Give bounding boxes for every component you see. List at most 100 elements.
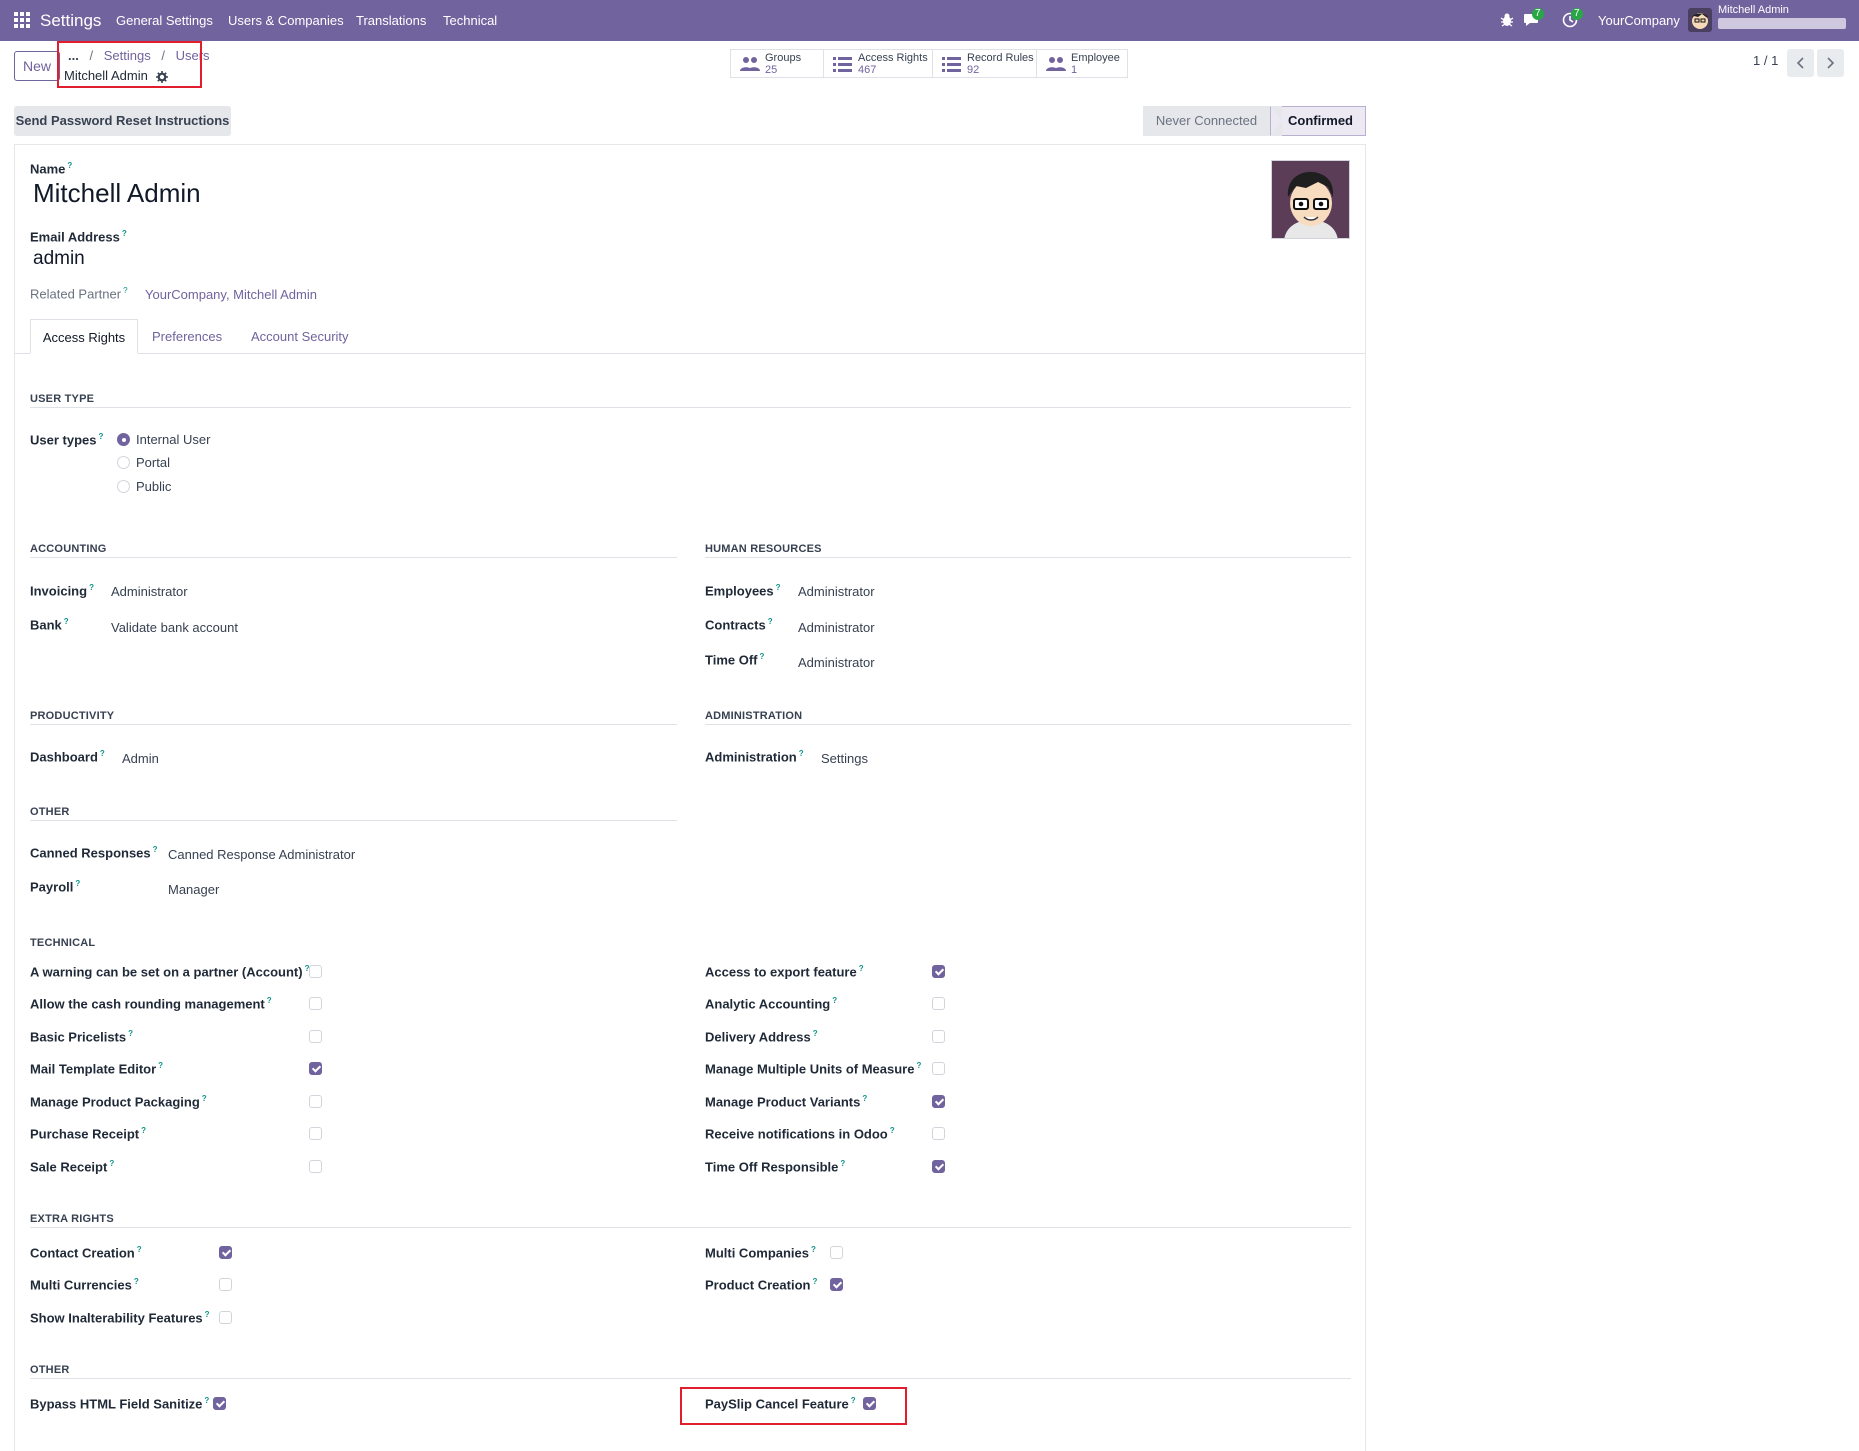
- tech-label: Manage Product Variants?: [705, 1094, 868, 1110]
- apps-menu-icon[interactable]: [14, 12, 30, 28]
- debug-bug-icon[interactable]: [1500, 12, 1514, 28]
- activities-clock-icon[interactable]: 7: [1562, 8, 1583, 28]
- bypass-html-label: Bypass HTML Field Sanitize?: [30, 1396, 210, 1412]
- extra-label: Multi Currencies?: [30, 1277, 139, 1293]
- user-menu[interactable]: Mitchell Admin: [1718, 4, 1789, 16]
- employees-select[interactable]: Administrator: [798, 584, 875, 599]
- name-field[interactable]: Mitchell Admin: [33, 178, 201, 209]
- invoicing-select[interactable]: Administrator: [111, 584, 188, 599]
- record-rules-stat-button[interactable]: Record Rules 92: [932, 49, 1037, 78]
- section-divider: [30, 724, 677, 725]
- chevron-left-icon: [1796, 57, 1804, 69]
- tech-checkbox[interactable]: [309, 1095, 322, 1108]
- tech-checkbox[interactable]: [932, 1127, 945, 1140]
- extra-checkbox[interactable]: [830, 1246, 843, 1259]
- section-divider: [30, 407, 1351, 408]
- user-database-redacted: [1718, 18, 1846, 29]
- status-confirmed[interactable]: Confirmed: [1270, 106, 1366, 136]
- help-tooltip-icon: ?: [121, 229, 127, 238]
- tech-label: Mail Template Editor?: [30, 1061, 164, 1077]
- email-field[interactable]: admin: [33, 248, 85, 270]
- payroll-select[interactable]: Manager: [168, 882, 219, 897]
- user-photo[interactable]: [1271, 160, 1350, 239]
- app-title[interactable]: Settings: [40, 0, 101, 41]
- radio-label[interactable]: Portal: [136, 455, 170, 470]
- access-rights-stat-button[interactable]: Access Rights 467: [823, 49, 933, 78]
- payroll-label: Payroll?: [30, 879, 81, 895]
- tech-checkbox[interactable]: [309, 1030, 322, 1043]
- radio-label[interactable]: Internal User: [136, 432, 210, 447]
- canned-responses-select[interactable]: Canned Response Administrator: [168, 847, 355, 862]
- tech-checkbox[interactable]: [932, 965, 945, 978]
- section-divider: [30, 1227, 1351, 1228]
- pager-previous-button[interactable]: [1787, 49, 1814, 77]
- stat-label: Groups: [765, 52, 802, 64]
- user-avatar[interactable]: [1688, 8, 1712, 32]
- canned-responses-label: Canned Responses?: [30, 845, 158, 861]
- extra-label: Show Inalterability Features?: [30, 1310, 210, 1326]
- contracts-select[interactable]: Administrator: [798, 620, 875, 635]
- pager-next-button[interactable]: [1817, 49, 1844, 77]
- tech-label: Delivery Address?: [705, 1029, 818, 1045]
- send-password-reset-button[interactable]: Send Password Reset Instructions: [14, 106, 231, 136]
- users-icon: [740, 55, 760, 73]
- tech-label: Allow the cash rounding management?: [30, 996, 272, 1012]
- messages-icon[interactable]: 7: [1523, 8, 1544, 28]
- bank-select[interactable]: Validate bank account: [111, 620, 238, 635]
- extra-checkbox[interactable]: [830, 1278, 843, 1291]
- menu-technical[interactable]: Technical: [443, 0, 497, 41]
- tech-checkbox[interactable]: [309, 1127, 322, 1140]
- email-label: Email Address?: [30, 229, 127, 245]
- tab-account-security[interactable]: Account Security: [251, 319, 349, 354]
- time-off-select[interactable]: Administrator: [798, 655, 875, 670]
- stat-value: 467: [858, 64, 877, 76]
- radio-label[interactable]: Public: [136, 479, 171, 494]
- tab-access-rights[interactable]: Access Rights: [30, 319, 138, 354]
- time-off-label: Time Off?: [705, 652, 765, 668]
- section-user-type: USER TYPE: [30, 393, 95, 405]
- tab-preferences[interactable]: Preferences: [152, 319, 222, 354]
- radio-public[interactable]: [117, 480, 130, 493]
- extra-label: Product Creation?: [705, 1277, 818, 1293]
- administration-select[interactable]: Settings: [821, 751, 868, 766]
- tech-label: Manage Product Packaging?: [30, 1094, 207, 1110]
- new-button[interactable]: New: [14, 51, 60, 81]
- extra-checkbox[interactable]: [219, 1311, 232, 1324]
- extra-checkbox[interactable]: [219, 1246, 232, 1259]
- radio-portal[interactable]: [117, 456, 130, 469]
- company-switcher[interactable]: YourCompany: [1598, 0, 1680, 41]
- tech-checkbox[interactable]: [932, 1160, 945, 1173]
- menu-users-companies[interactable]: Users & Companies: [228, 0, 344, 41]
- section-technical: TECHNICAL: [30, 937, 96, 949]
- tech-checkbox[interactable]: [309, 965, 322, 978]
- tech-checkbox[interactable]: [309, 1062, 322, 1075]
- tech-checkbox[interactable]: [932, 997, 945, 1010]
- tech-checkbox[interactable]: [309, 1160, 322, 1173]
- tech-checkbox[interactable]: [932, 1095, 945, 1108]
- status-never-connected[interactable]: Never Connected: [1143, 106, 1270, 136]
- stat-label: Employee: [1071, 52, 1120, 64]
- tech-label: Basic Pricelists?: [30, 1029, 134, 1045]
- dashboard-select[interactable]: Admin: [122, 751, 159, 766]
- tech-label: Receive notifications in Odoo?: [705, 1126, 895, 1142]
- help-tooltip-icon: ?: [67, 161, 73, 170]
- extra-label: Contact Creation?: [30, 1245, 142, 1261]
- user-types-label: User types?: [30, 432, 104, 448]
- tech-label: Purchase Receipt?: [30, 1126, 146, 1142]
- groups-stat-button[interactable]: Groups 25: [730, 49, 824, 78]
- stat-label: Record Rules: [967, 52, 1034, 64]
- pager-value[interactable]: 1 / 1: [1753, 53, 1778, 68]
- tech-checkbox[interactable]: [309, 997, 322, 1010]
- tech-label: Time Off Responsible?: [705, 1159, 846, 1175]
- employee-stat-button[interactable]: Employee 1: [1036, 49, 1128, 78]
- menu-translations[interactable]: Translations: [356, 0, 426, 41]
- tech-checkbox[interactable]: [932, 1030, 945, 1043]
- radio-internal-user[interactable]: [117, 433, 130, 446]
- related-partner-link[interactable]: YourCompany, Mitchell Admin: [145, 287, 317, 302]
- bypass-html-checkbox[interactable]: [213, 1397, 226, 1410]
- tech-checkbox[interactable]: [932, 1062, 945, 1075]
- stat-value: 92: [967, 64, 980, 76]
- extra-checkbox[interactable]: [219, 1278, 232, 1291]
- menu-general-settings[interactable]: General Settings: [116, 0, 213, 41]
- stat-label: Access Rights: [858, 52, 928, 64]
